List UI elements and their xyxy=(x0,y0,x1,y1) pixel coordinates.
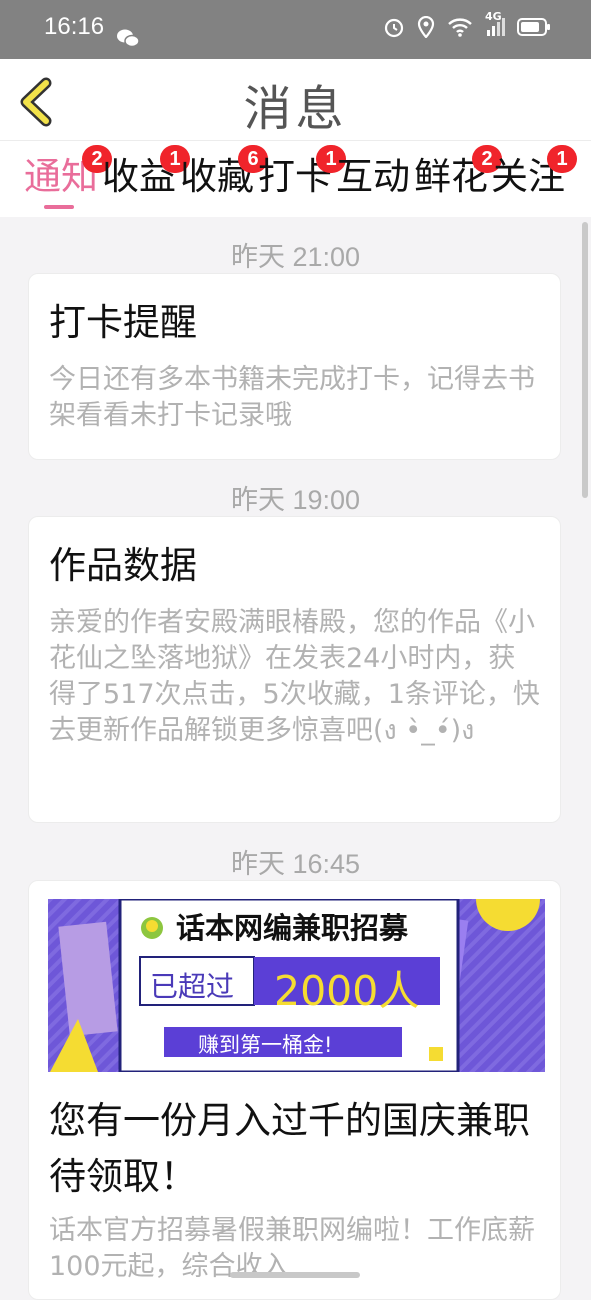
banner-badge-left: 已超过 xyxy=(150,970,235,1003)
message-tabs: 通知 2 收益 1 收藏 6 打卡 1 互动 鲜花 2 关注 1 xyxy=(0,141,591,217)
tab-flowers[interactable]: 鲜花 2 xyxy=(414,145,502,211)
network-type: 4G xyxy=(485,10,502,23)
message-card-checkin-reminder[interactable]: 打卡提醒 今日还有多本书籍未完成打卡，记得去书架看看未打卡记录哦 xyxy=(28,273,561,460)
page-title: 消息 xyxy=(243,81,348,137)
message-body: 亲爱的作者安殿满眼椿殿，您的作品《小花仙之坠落地狱》在发表24小时内，获得了51… xyxy=(49,607,540,746)
home-indicator[interactable] xyxy=(230,1272,360,1278)
banner-headline: 话本网编兼职招募 xyxy=(176,911,409,945)
cellular-signal-icon: 4G xyxy=(485,10,505,42)
tab-follow[interactable]: 关注 1 xyxy=(491,145,577,211)
scrollbar[interactable] xyxy=(582,222,588,498)
tab-label: 互动 xyxy=(336,155,410,198)
unread-badge: 1 xyxy=(547,145,577,173)
alarm-icon xyxy=(383,16,405,42)
message-card-parttime-recruit[interactable]: 话本网编兼职招募 已超过 2000人 赚到第一桶金! 您有一份月入过千的国庆兼职… xyxy=(28,880,561,1300)
tab-interaction[interactable]: 互动 xyxy=(336,155,410,211)
message-title: 您有一份月入过千的国庆兼职待领取！ xyxy=(49,1099,530,1198)
tab-checkin[interactable]: 打卡 1 xyxy=(258,145,346,211)
wechat-icon xyxy=(116,28,140,52)
status-time: 16:16 xyxy=(44,13,105,40)
status-bar: 16:16 4G xyxy=(0,0,591,59)
tab-notification[interactable]: 通知 2 xyxy=(24,145,112,211)
active-tab-indicator xyxy=(44,205,74,209)
location-icon xyxy=(417,15,435,42)
message-title: 作品数据 xyxy=(49,544,197,587)
tab-favorites[interactable]: 收藏 6 xyxy=(180,145,268,211)
message-title: 打卡提醒 xyxy=(49,301,197,344)
wifi-icon xyxy=(447,17,473,41)
message-time: 昨天 16:45 xyxy=(230,849,361,879)
banner-sub: 赚到第一桶金! xyxy=(198,1033,333,1057)
message-body: 今日还有多本书籍未完成打卡，记得去书架看看未打卡记录哦 xyxy=(49,364,535,431)
message-time: 昨天 19:00 xyxy=(230,485,361,515)
message-card-work-data[interactable]: 作品数据 亲爱的作者安殿满眼椿殿，您的作品《小花仙之坠落地狱》在发表24小时内，… xyxy=(28,516,561,823)
message-time: 昨天 21:00 xyxy=(230,242,361,272)
recruit-banner-image: 话本网编兼职招募 已超过 2000人 赚到第一桶金! xyxy=(48,899,545,1072)
tab-earnings[interactable]: 收益 1 xyxy=(102,145,190,211)
battery-icon xyxy=(517,17,551,41)
banner-badge-right: 2000人 xyxy=(274,967,420,1015)
app-header: 消息 xyxy=(0,59,591,141)
